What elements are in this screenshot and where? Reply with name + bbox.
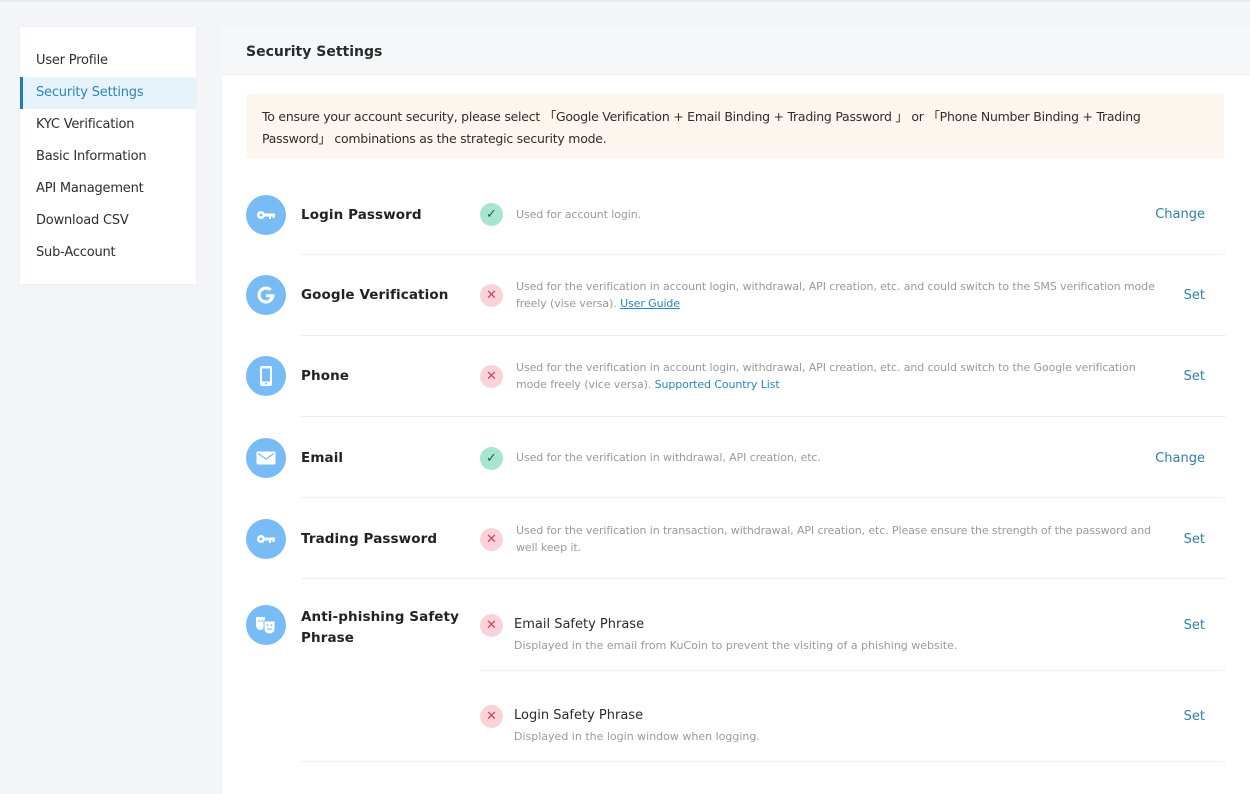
key-icon <box>246 519 286 559</box>
setting-description: Used for account login. <box>516 208 641 221</box>
setting-row-phone: Phone ✕ Used for the verification in acc… <box>222 336 1250 417</box>
google-icon <box>246 275 286 315</box>
email-safety-phrase-title: Email Safety Phrase <box>514 617 645 632</box>
masks-icon <box>246 605 286 645</box>
status-not-set-icon: ✕ <box>480 705 503 728</box>
status-not-set-icon: ✕ <box>480 284 503 307</box>
set-trading-password-button[interactable]: Set <box>1184 532 1205 547</box>
supported-country-list-link[interactable]: Supported Country List <box>655 378 780 391</box>
change-login-password-button[interactable]: Change <box>1155 207 1205 222</box>
description-text: Used for the verification in account log… <box>516 280 1155 310</box>
security-notice: To ensure your account security, please … <box>246 94 1224 159</box>
status-verified-icon: ✓ <box>480 447 503 470</box>
email-safety-phrase-description: Displayed in the email from KuCoin to pr… <box>514 639 958 652</box>
mail-icon <box>246 438 286 478</box>
change-email-button[interactable]: Change <box>1155 451 1205 466</box>
setting-row-email: Email ✓ Used for the verification in wit… <box>222 417 1250 498</box>
sidebar-item-kyc-verification[interactable]: KYC Verification <box>20 109 196 141</box>
setting-title: Email <box>301 450 344 466</box>
security-settings-panel: Security Settings To ensure your account… <box>222 27 1250 794</box>
notice-line-2: Password」 combinations as the strategic … <box>262 131 607 146</box>
page-title: Security Settings <box>222 27 1250 75</box>
row-divider <box>301 761 1226 762</box>
set-email-safety-phrase-button[interactable]: Set <box>1184 618 1205 633</box>
description-text: Used for the verification in account log… <box>516 361 1136 391</box>
sidebar-item-sub-account[interactable]: Sub-Account <box>20 237 196 269</box>
setting-title: Login Password <box>301 207 422 223</box>
setting-row-login-password: Login Password ✓ Used for account login.… <box>222 182 1250 255</box>
status-verified-icon: ✓ <box>480 203 503 226</box>
login-safety-phrase-description: Displayed in the login window when loggi… <box>514 730 760 743</box>
sidebar: User Profile Security Settings KYC Verif… <box>20 27 196 284</box>
setting-description: Used for the verification in account log… <box>516 278 1166 312</box>
setting-title: Trading Password <box>301 531 438 547</box>
set-google-verification-button[interactable]: Set <box>1184 288 1205 303</box>
setting-title: Google Verification <box>301 287 449 303</box>
user-guide-link[interactable]: User Guide <box>620 297 680 310</box>
top-strip <box>0 0 1250 2</box>
status-not-set-icon: ✕ <box>480 528 503 551</box>
row-divider <box>480 670 1226 671</box>
key-icon <box>246 195 286 235</box>
set-login-safety-phrase-button[interactable]: Set <box>1184 709 1205 724</box>
setting-row-anti-phishing: Anti-phishing Safety Phrase ✕ Email Safe… <box>222 579 1250 762</box>
notice-line-1: To ensure your account security, please … <box>262 109 1141 124</box>
sidebar-item-basic-information[interactable]: Basic Information <box>20 141 196 173</box>
setting-row-trading-password: Trading Password ✕ Used for the verifica… <box>222 498 1250 579</box>
setting-description: Used for the verification in withdrawal,… <box>516 451 821 464</box>
setting-title: Phone <box>301 368 350 384</box>
sidebar-item-download-csv[interactable]: Download CSV <box>20 205 196 237</box>
phone-icon <box>246 356 286 396</box>
sidebar-item-security-settings[interactable]: Security Settings <box>20 77 196 109</box>
set-phone-button[interactable]: Set <box>1184 369 1205 384</box>
setting-title: Anti-phishing Safety Phrase <box>301 609 460 646</box>
login-safety-phrase-title: Login Safety Phrase <box>514 708 644 723</box>
status-not-set-icon: ✕ <box>480 365 503 388</box>
sidebar-item-user-profile[interactable]: User Profile <box>20 45 196 77</box>
status-not-set-icon: ✕ <box>480 614 503 637</box>
setting-description: Used for the verification in account log… <box>516 359 1166 393</box>
sidebar-item-api-management[interactable]: API Management <box>20 173 196 205</box>
setting-row-google-verification: Google Verification ✕ Used for the verif… <box>222 255 1250 336</box>
setting-description: Used for the verification in transaction… <box>516 524 1152 554</box>
